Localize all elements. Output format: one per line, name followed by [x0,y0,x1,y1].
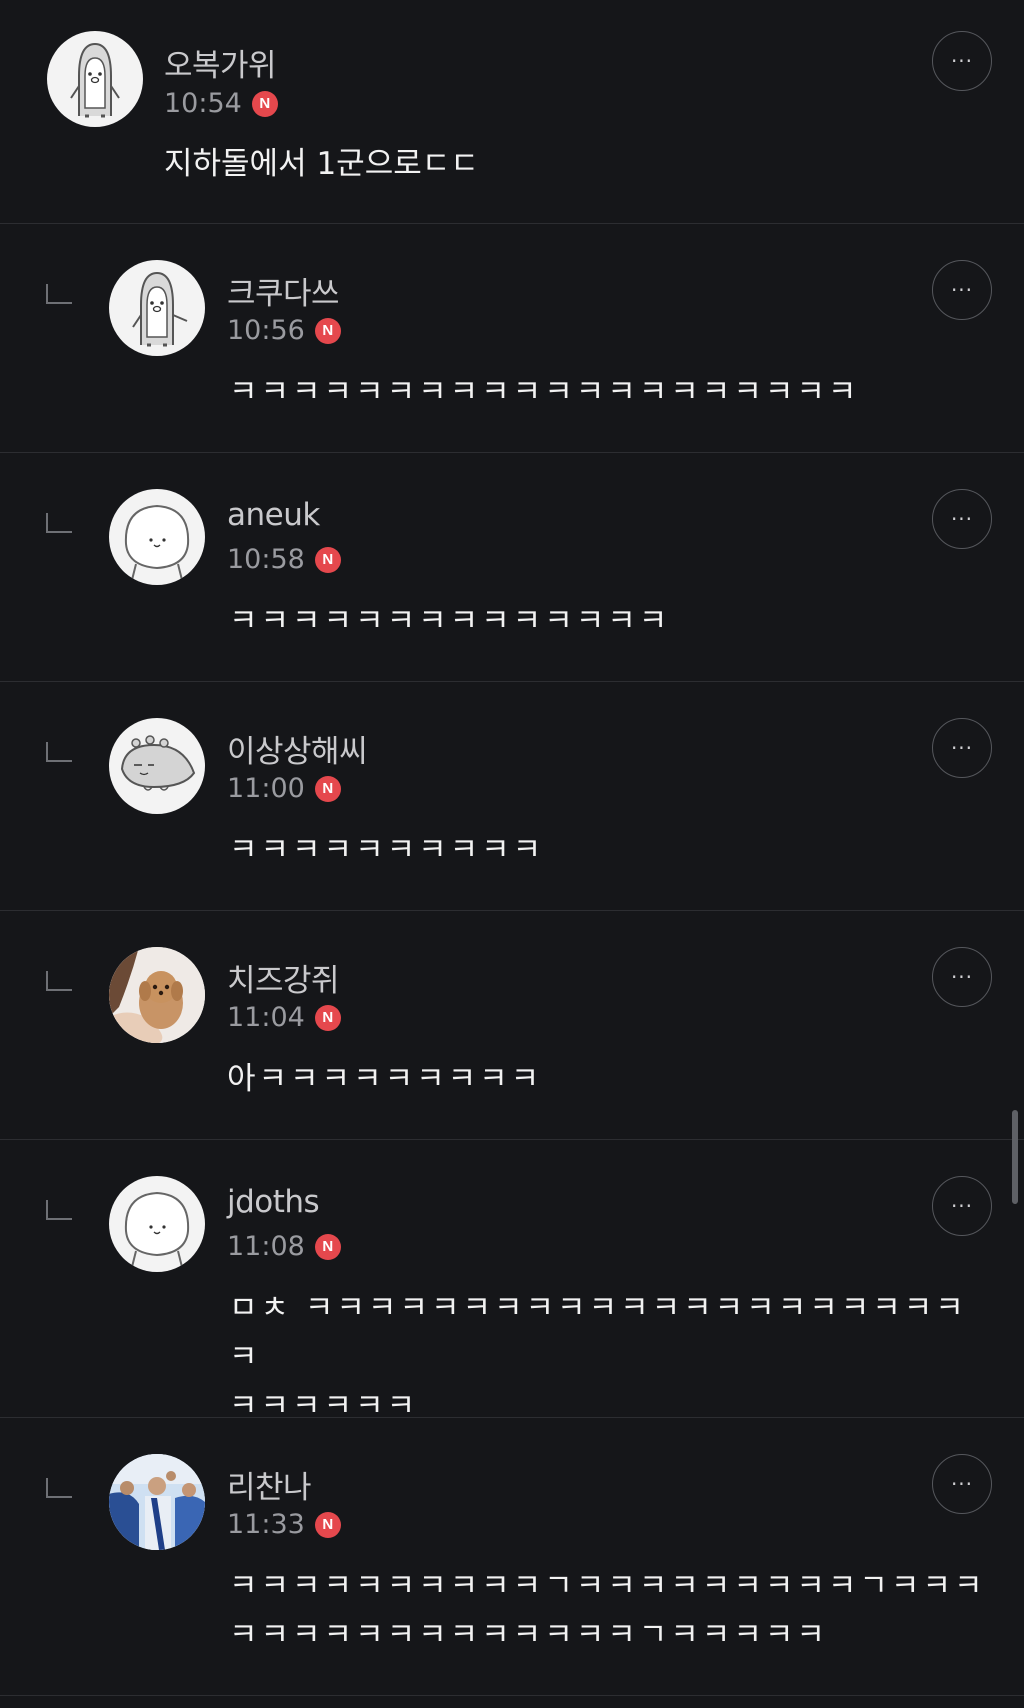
comment-meta: 10:58 N [227,544,341,575]
reply-indicator-icon [46,742,72,762]
reply-indicator-icon [46,1478,72,1498]
new-badge: N [314,775,341,802]
comment-meta: 11:33 N [227,1509,341,1540]
reply-item: 이상상해씨 11:00 N ㅋㅋㅋㅋㅋㅋㅋㅋㅋㅋ ··· [0,682,1024,911]
comment-meta: 11:04 N [227,1002,341,1033]
more-options-icon: ··· [950,507,974,531]
comment-item: 오복가위 10:54 N 지하돌에서 1군으로ㄷㄷ ··· [0,0,1024,224]
more-options-button[interactable]: ··· [932,260,992,320]
comment-text: ㅋㅋㅋㅋㅋㅋㅋㅋㅋㅋㄱㅋㅋㅋㅋㅋㅋㅋㅋㅋㄱㅋㅋㅋ ㅋㅋㅋㅋㅋㅋㅋㅋㅋㅋㅋㅋㅋㄱㅋ… [229,1568,986,1653]
avatar[interactable] [109,718,205,814]
more-options-button[interactable]: ··· [932,718,992,778]
comment-time: 11:04 [227,1002,305,1033]
more-options-button[interactable]: ··· [932,1176,992,1236]
more-options-icon: ··· [950,278,974,302]
reply-item: 리찬나 11:33 N ㅋㅋㅋㅋㅋㅋㅋㅋㅋㅋㄱㅋㅋㅋㅋㅋㅋㅋㅋㅋㄱㅋㅋㅋ ㅋㅋㅋ… [0,1418,1024,1696]
comment-time: 10:56 [227,315,305,346]
more-options-button[interactable]: ··· [932,947,992,1007]
comment-text: ㅋㅋㅋㅋㅋㅋㅋㅋㅋㅋㅋㅋㅋㅋ [229,603,671,639]
avatar[interactable] [109,1454,205,1550]
comment-author[interactable]: 치즈강쥐 [227,955,340,1000]
reply-indicator-icon [46,971,72,991]
penguin-character-icon [132,271,188,347]
comment-text: 지하돌에서 1군으로ㄷㄷ [164,146,479,182]
round-character-icon [124,504,190,580]
comment-meta: 11:08 N [227,1231,341,1262]
comment-author[interactable]: 오복가위 [164,40,277,85]
penguin-character-icon [70,42,120,118]
scrollbar-thumb[interactable] [1012,1110,1018,1204]
comment-text: ㅁㅊ ㅋㅋㅋㅋㅋㅋㅋㅋㅋㅋㅋㅋㅋㅋㅋㅋㅋㅋㅋㅋㅋㅋ ㅋㅋㅋㅋㅋㅋ [229,1290,967,1424]
reply-item: 크쿠다쓰 10:56 N ㅋㅋㅋㅋㅋㅋㅋㅋㅋㅋㅋㅋㅋㅋㅋㅋㅋㅋㅋㅋ ··· [0,224,1024,453]
more-options-icon: ··· [950,49,974,73]
reply-indicator-icon [46,1200,72,1220]
avatar[interactable] [109,947,205,1043]
comment-time: 11:08 [227,1231,305,1262]
comment-meta: 10:54 N [164,88,278,119]
comment-text: ㅋㅋㅋㅋㅋㅋㅋㅋㅋㅋㅋㅋㅋㅋㅋㅋㅋㅋㅋㅋ [229,374,860,410]
comment-time: 10:54 [164,88,242,119]
new-badge: N [314,546,341,573]
more-options-button[interactable]: ··· [932,31,992,91]
comment-author[interactable]: jdoths [227,1184,320,1220]
comment-text: ㅋㅋㅋㅋㅋㅋㅋㅋㅋㅋ [229,832,545,868]
more-options-button[interactable]: ··· [932,489,992,549]
comment-time: 11:33 [227,1509,305,1540]
avatar[interactable] [47,31,143,127]
avatar[interactable] [109,489,205,585]
comment-time: 10:58 [227,544,305,575]
round-character-icon [124,1191,190,1267]
new-badge: N [314,1233,341,1260]
dinosaur-character-icon [120,735,196,791]
more-options-button[interactable]: ··· [932,1454,992,1514]
more-options-icon: ··· [950,1194,974,1218]
comment-author[interactable]: 리찬나 [227,1462,312,1507]
more-options-icon: ··· [950,965,974,989]
reply-item: 치즈강쥐 11:04 N 아ㅋㅋㅋㅋㅋㅋㅋㅋㅋ ··· [0,911,1024,1140]
avatar[interactable] [109,1176,205,1272]
comment-meta: 10:56 N [227,315,341,346]
crowd-photo-icon [109,1454,205,1550]
comment-author[interactable]: 크쿠다쓰 [227,268,340,313]
more-options-icon: ··· [950,736,974,760]
comment-author[interactable]: aneuk [227,497,320,533]
reply-item: aneuk 10:58 N ㅋㅋㅋㅋㅋㅋㅋㅋㅋㅋㅋㅋㅋㅋ ··· [0,453,1024,682]
reply-indicator-icon [46,284,72,304]
avatar[interactable] [109,260,205,356]
new-badge: N [251,90,278,117]
new-badge: N [314,317,341,344]
comment-author[interactable]: 이상상해씨 [227,726,368,771]
puppy-photo-icon [109,947,205,1043]
more-options-icon: ··· [950,1472,974,1496]
new-badge: N [314,1511,341,1538]
comment-time: 11:00 [227,773,305,804]
comment-text: 아ㅋㅋㅋㅋㅋㅋㅋㅋㅋ [227,1061,543,1097]
comment-meta: 11:00 N [227,773,341,804]
new-badge: N [314,1004,341,1031]
comment-list: 오복가위 10:54 N 지하돌에서 1군으로ㄷㄷ ··· 크쿠다쓰 10:56… [0,0,1024,1696]
reply-item: jdoths 11:08 N ㅁㅊ ㅋㅋㅋㅋㅋㅋㅋㅋㅋㅋㅋㅋㅋㅋㅋㅋㅋㅋㅋㅋㅋㅋ… [0,1140,1024,1424]
reply-indicator-icon [46,513,72,533]
